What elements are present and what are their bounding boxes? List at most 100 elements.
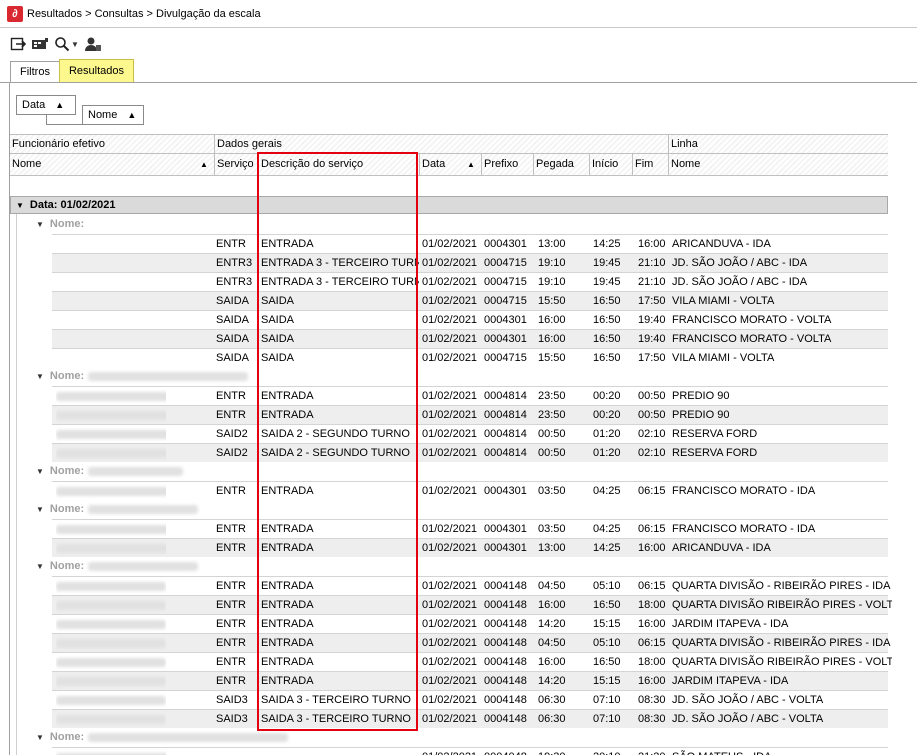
col-header-inicio[interactable]: Início	[590, 154, 633, 175]
cell-peg: 04:50	[538, 637, 566, 649]
cell-data: 01/02/2021	[422, 542, 478, 554]
table-row[interactable]: SAID2 SAIDA 2 - SEGUNDO TURNO 01/02/2021 00…	[52, 443, 888, 462]
table-row[interactable]: ENTR ENTRADA 01/02/2021 0004148 14:20 15:15 16…	[52, 614, 888, 633]
cell-serv: ENTR3	[216, 257, 253, 269]
cell-peg: 19:10	[538, 276, 566, 288]
cell-fim: 06:15	[638, 580, 666, 592]
user-icon[interactable]	[84, 34, 102, 54]
cell-data: 01/02/2021	[422, 485, 478, 497]
cell-ini: 05:10	[593, 580, 621, 592]
cell-serv: SAIDA	[216, 352, 250, 364]
table-row[interactable]: SAID2 SAIDA 2 - SEGUNDO TURNO 01/02/2021 00…	[52, 424, 888, 443]
cell-desc: ENTRADA	[261, 523, 314, 535]
col-header-nome[interactable]: Nome ▲	[10, 154, 215, 175]
cell-ini: 07:10	[593, 713, 621, 725]
cell-serv: ENTR3	[216, 276, 253, 288]
cell-ini: 14:25	[593, 542, 621, 554]
cell-lin: RESERVA FORD	[672, 428, 758, 440]
table-row[interactable]: ENTR3 ENTRADA 3 - TERCEIRO TURNO 01/02/202…	[52, 272, 888, 291]
table-row[interactable]: ENTR ENTRADA 01/02/2021 0004148 14:20 15:15 16…	[52, 671, 888, 690]
table-row[interactable]: ENTR ENTRADA 01/02/2021 0004301 03:50 04:25 06…	[52, 519, 888, 538]
collapse-icon[interactable]: ▼	[36, 220, 44, 229]
table-row[interactable]: ENTR ENTRADA 01/02/2021 0004148 04:50 05:10 06…	[52, 576, 890, 595]
cell-peg: 06:30	[538, 713, 566, 725]
cell-pref: 0004715	[484, 295, 527, 307]
group-by-data-chip[interactable]: Data ▲	[16, 95, 76, 115]
table-row[interactable]: ENTR3 ENTRADA 3 - TERCEIRO TURNO 01/02/202…	[52, 253, 888, 272]
group-row-name[interactable]: ▼ Nome:	[36, 215, 84, 234]
collapse-icon[interactable]: ▼	[16, 201, 24, 210]
col-header-data[interactable]: Data ▲	[420, 154, 482, 175]
group-row-date[interactable]: ▼ Data: 01/02/2021	[10, 196, 888, 214]
group-chip-label: Data	[22, 99, 46, 111]
col-header-pegada[interactable]: Pegada	[534, 154, 590, 175]
table-row[interactable]: 01/02/2021000404819:3020:1021:20SÃO MATE…	[52, 747, 888, 755]
col-header-prefixo[interactable]: Prefixo	[482, 154, 534, 175]
redacted-name	[56, 638, 166, 648]
band-dados-gerais: Dados gerais	[215, 135, 669, 154]
group-by-nome-chip[interactable]: Nome ▲	[82, 105, 144, 125]
column-headers: Nome ▲ Serviço Descrição do serviço Data…	[10, 154, 888, 176]
group-name-label: Nome:	[49, 370, 85, 382]
redacted-name	[88, 466, 184, 476]
table-row[interactable]: ENTR ENTRADA 01/02/2021 0004301 03:50 04:25 06…	[52, 481, 888, 500]
cell-data: 01/02/2021	[422, 580, 478, 592]
cell-data: 01/02/2021	[422, 238, 478, 250]
cell-serv: ENTR	[216, 599, 246, 611]
collapse-icon[interactable]: ▼	[36, 467, 44, 476]
col-header-fim[interactable]: Fim	[633, 154, 669, 175]
group-row-name[interactable]: ▼ Nome:	[36, 500, 199, 519]
cell-fim: 19:40	[638, 314, 666, 326]
cell-peg: 23:50	[538, 390, 566, 402]
cell-lin: ARICANDUVA - IDA	[672, 238, 771, 250]
col-header-descricao[interactable]: Descrição do serviço	[259, 154, 420, 175]
table-row[interactable]: SAIDA SAIDA 01/02/2021 0004301 16:00 16:50 19:…	[52, 310, 888, 329]
table-row[interactable]: SAIDA SAIDA 01/02/2021 0004715 15:50 16:50 17:…	[52, 291, 888, 310]
cell-fim: 02:10	[638, 447, 666, 459]
table-row[interactable]: SAIDA SAIDA 01/02/2021 0004301 16:00 16:50 19:…	[52, 329, 888, 348]
cell-lin: RESERVA FORD	[672, 447, 758, 459]
col-header-servico[interactable]: Serviço	[215, 154, 259, 175]
cell-nome	[56, 596, 166, 614]
table-row[interactable]: ENTR ENTRADA 01/02/2021 0004814 23:50 00:20 00…	[52, 386, 888, 405]
title-bar: ∂ Resultados > Consultas > Divulgação da…	[0, 0, 917, 28]
collapse-icon[interactable]: ▼	[36, 733, 44, 742]
cell-pref: 0004148	[484, 694, 527, 706]
group-name-label: Nome:	[49, 503, 85, 515]
cell-nome	[56, 691, 166, 709]
cell-serv: SAID2	[216, 428, 248, 440]
table-row[interactable]: ENTR ENTRADA 01/02/2021 0004301 13:00 14:25 16…	[52, 538, 888, 557]
group-row-name[interactable]: ▼ Nome:	[36, 557, 199, 576]
cell-serv: ENTR	[216, 523, 246, 535]
collapse-icon[interactable]: ▼	[36, 372, 44, 381]
tab-filters[interactable]: Filtros	[10, 61, 60, 82]
table-row[interactable]: ENTR ENTRADA 01/02/2021 0004148 16:00 16:50 18…	[52, 595, 892, 614]
tab-divider	[0, 82, 917, 83]
search-icon[interactable]: ▼	[54, 34, 79, 54]
collapse-icon[interactable]: ▼	[36, 505, 44, 514]
tab-results[interactable]: Resultados	[58, 59, 134, 82]
group-row-name[interactable]: ▼ Nome:	[36, 367, 249, 386]
table-row[interactable]: SAID3 SAIDA 3 - TERCEIRO TURNO 01/02/2021 0…	[52, 690, 888, 709]
toolbar: ▼	[0, 30, 917, 58]
collapse-icon[interactable]: ▼	[36, 562, 44, 571]
table-row[interactable]: ENTR ENTRADA 01/02/2021 0004814 23:50 00:20 00…	[52, 405, 888, 424]
cell-serv: SAID3	[216, 713, 248, 725]
table-row[interactable]: ENTR ENTRADA 01/02/2021 0004148 04:50 05:10 06…	[52, 633, 890, 652]
sort-ascending-icon: ▲	[55, 100, 65, 110]
table-row[interactable]: SAID3 SAIDA 3 - TERCEIRO TURNO 01/02/2021 0…	[52, 709, 888, 728]
col-header-linha-nome[interactable]: Nome	[669, 154, 888, 175]
schedule-icon[interactable]	[31, 34, 49, 54]
table-row[interactable]: ENTR ENTRADA 01/02/2021 0004148 16:00 16:50 18…	[52, 652, 892, 671]
group-row-name[interactable]: ▼ Nome:	[36, 462, 184, 481]
cell-nome	[56, 520, 166, 538]
group-row-name[interactable]: ▼ Nome:	[36, 728, 289, 747]
export-icon[interactable]	[10, 34, 26, 54]
cell-nome	[56, 634, 166, 652]
table-row[interactable]: ENTR ENTRADA 01/02/2021 0004301 13:00 14:25 16…	[52, 234, 888, 253]
redacted-name	[56, 600, 166, 610]
redacted-name	[56, 429, 166, 439]
cell-data: 01/02/2021	[422, 276, 478, 288]
table-row[interactable]: SAIDA SAIDA 01/02/2021 0004715 15:50 16:50 17:…	[52, 348, 888, 367]
chevron-down-icon[interactable]: ▼	[71, 40, 79, 49]
